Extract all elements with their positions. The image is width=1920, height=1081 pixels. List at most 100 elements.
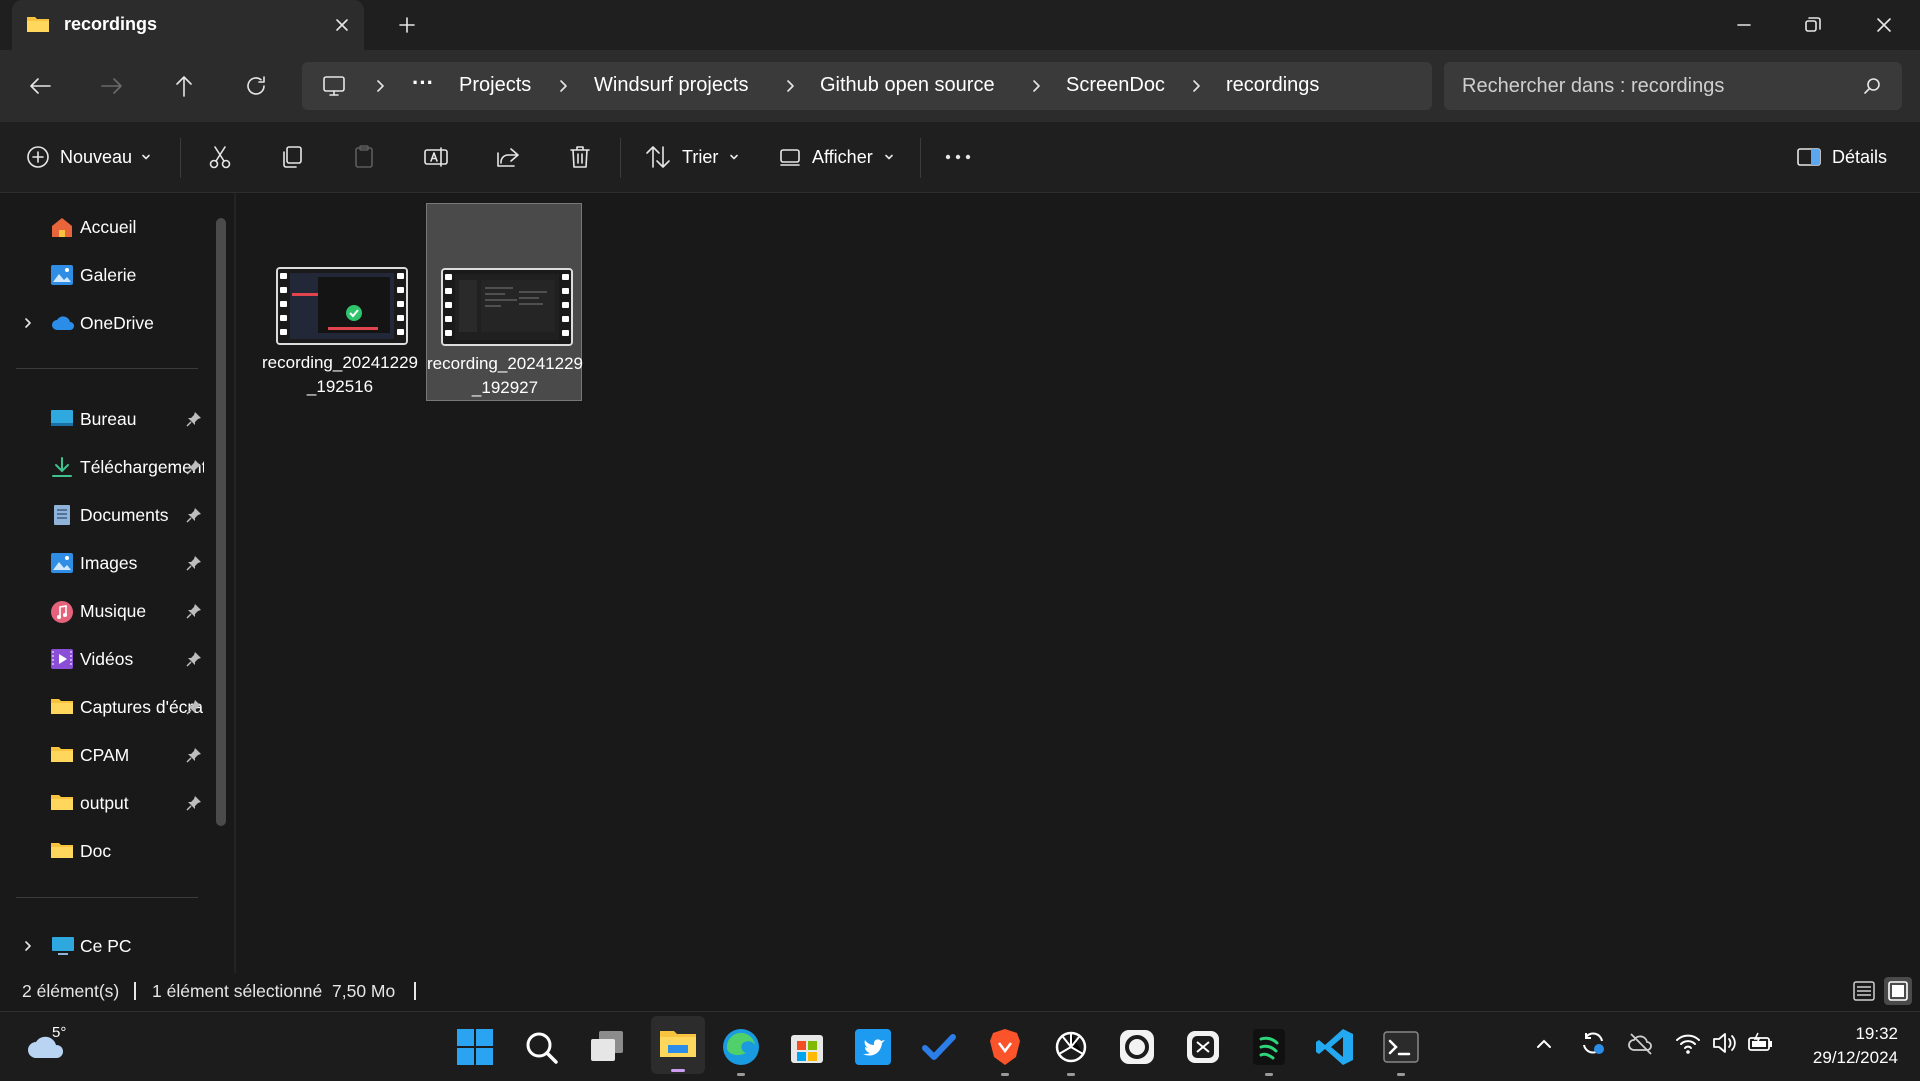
sidebar-item-onedrive[interactable]: OneDrive bbox=[20, 303, 210, 343]
breadcrumb-item-github-open-source[interactable]: Github open source bbox=[820, 74, 995, 97]
running-indicator bbox=[1001, 1073, 1009, 1076]
details-button[interactable]: Détails bbox=[1796, 140, 1887, 174]
battery-icon[interactable] bbox=[1746, 1030, 1774, 1056]
sidebar-item-musique[interactable]: Musique bbox=[20, 591, 210, 631]
copy-button[interactable] bbox=[278, 140, 306, 174]
search-box[interactable] bbox=[1444, 62, 1902, 110]
store-icon[interactable] bbox=[785, 1025, 829, 1069]
pin-icon[interactable] bbox=[186, 699, 202, 715]
chevron-right-icon[interactable] bbox=[1188, 78, 1204, 94]
search-icon[interactable] bbox=[1862, 76, 1882, 96]
breadcrumb-item-screendoc[interactable]: ScreenDoc bbox=[1066, 74, 1165, 97]
view-button[interactable]: Afficher bbox=[778, 140, 895, 174]
video-thumbnail bbox=[441, 268, 573, 346]
chevron-right-icon[interactable] bbox=[22, 940, 34, 952]
more-icon bbox=[945, 154, 971, 160]
restore-button[interactable] bbox=[1790, 8, 1834, 42]
search-input[interactable] bbox=[1462, 72, 1842, 100]
new-button[interactable]: Nouveau bbox=[26, 140, 152, 174]
file-explorer-taskbar-icon[interactable] bbox=[651, 1016, 705, 1074]
cut-button[interactable] bbox=[206, 140, 234, 174]
sort-button[interactable]: Trier bbox=[644, 140, 740, 174]
task-view-icon[interactable] bbox=[585, 1025, 629, 1069]
pin-icon[interactable] bbox=[186, 651, 202, 667]
file-item[interactable]: recording_20241229_192516 bbox=[262, 203, 418, 401]
pin-icon[interactable] bbox=[186, 795, 202, 811]
tab-close-icon[interactable] bbox=[330, 13, 354, 37]
tiles-view-icon[interactable] bbox=[1884, 977, 1912, 1005]
chevron-right-icon[interactable] bbox=[1028, 78, 1044, 94]
pin-icon[interactable] bbox=[186, 555, 202, 571]
app-icon[interactable] bbox=[1247, 1025, 1291, 1076]
sidebar-item-galerie[interactable]: Galerie bbox=[20, 255, 210, 295]
pin-icon[interactable] bbox=[186, 459, 202, 475]
pin-icon[interactable] bbox=[186, 603, 202, 619]
app-icon[interactable] bbox=[1181, 1025, 1225, 1069]
file-item-selected[interactable]: recording_20241229_192927 bbox=[426, 203, 583, 401]
chevron-up-icon[interactable] bbox=[1534, 1034, 1554, 1054]
sidebar-item-accueil[interactable]: Accueil bbox=[20, 207, 210, 247]
folder-icon bbox=[50, 792, 74, 812]
close-window-button[interactable] bbox=[1862, 8, 1906, 42]
sidebar-item-videos[interactable]: Vidéos bbox=[20, 639, 210, 679]
status-separator bbox=[134, 982, 136, 1000]
sidebar-item-doc[interactable]: Doc bbox=[20, 831, 210, 871]
tab-recordings[interactable]: recordings bbox=[12, 0, 364, 50]
chevron-right-icon[interactable] bbox=[555, 78, 571, 94]
start-button[interactable] bbox=[453, 1025, 497, 1069]
pin-icon[interactable] bbox=[186, 507, 202, 523]
wifi-icon[interactable] bbox=[1674, 1030, 1702, 1056]
sidebar-item-telechargements[interactable]: Téléchargements bbox=[20, 447, 210, 487]
terminal-icon[interactable] bbox=[1379, 1025, 1423, 1076]
breadcrumb-item-recordings[interactable]: recordings bbox=[1226, 74, 1319, 97]
refresh-button[interactable] bbox=[238, 68, 274, 104]
todo-icon[interactable] bbox=[917, 1025, 961, 1069]
onedrive-offline-icon[interactable] bbox=[1626, 1030, 1656, 1056]
chevron-right-icon[interactable] bbox=[782, 78, 798, 94]
brave-icon[interactable] bbox=[983, 1025, 1027, 1076]
computer-icon[interactable] bbox=[320, 72, 348, 100]
sidebar-item-ce-pc[interactable]: Ce PC bbox=[20, 926, 210, 966]
pin-icon[interactable] bbox=[186, 411, 202, 427]
more-options-button[interactable] bbox=[942, 140, 974, 174]
weather-widget[interactable]: 5° bbox=[26, 1024, 70, 1064]
twitter-icon[interactable] bbox=[851, 1025, 895, 1069]
paste-button[interactable] bbox=[350, 140, 378, 174]
sidebar-divider bbox=[16, 897, 198, 898]
sidebar-scrollbar[interactable] bbox=[216, 218, 226, 826]
clock[interactable]: 19:32 29/12/2024 bbox=[1778, 1022, 1898, 1070]
sidebar-item-output[interactable]: output bbox=[20, 783, 210, 823]
sidebar-item-documents[interactable]: Documents bbox=[20, 495, 210, 535]
breadcrumb-item-projects[interactable]: Projects bbox=[459, 74, 531, 97]
copy-icon bbox=[283, 146, 302, 168]
vscode-icon[interactable] bbox=[1313, 1025, 1357, 1069]
rename-button[interactable] bbox=[422, 140, 450, 174]
breadcrumb-overflow[interactable]: ··· bbox=[412, 70, 434, 96]
minimize-button[interactable] bbox=[1722, 8, 1766, 42]
share-button[interactable] bbox=[494, 140, 522, 174]
forward-button[interactable] bbox=[94, 68, 130, 104]
plus-circle-icon bbox=[27, 146, 49, 168]
chatgpt-icon[interactable] bbox=[1049, 1025, 1093, 1076]
new-tab-button[interactable] bbox=[394, 12, 420, 38]
volume-icon[interactable] bbox=[1710, 1030, 1738, 1056]
chevron-right-icon[interactable] bbox=[372, 78, 388, 94]
sidebar-item-images[interactable]: Images bbox=[20, 543, 210, 583]
tab-title: recordings bbox=[64, 14, 158, 34]
delete-button[interactable] bbox=[566, 140, 594, 174]
details-view-icon[interactable] bbox=[1852, 979, 1876, 1003]
chevron-right-icon[interactable] bbox=[22, 317, 34, 329]
back-button[interactable] bbox=[22, 68, 58, 104]
sync-icon[interactable] bbox=[1578, 1028, 1608, 1058]
pane-divider[interactable] bbox=[234, 193, 236, 973]
search-taskbar-icon[interactable] bbox=[519, 1025, 563, 1069]
running-indicator bbox=[1067, 1073, 1075, 1076]
sidebar-item-cpam[interactable]: CPAM bbox=[20, 735, 210, 775]
breadcrumb-item-windsurf-projects[interactable]: Windsurf projects bbox=[594, 74, 749, 97]
edge-icon[interactable] bbox=[719, 1025, 763, 1076]
app-icon[interactable] bbox=[1115, 1025, 1159, 1069]
pin-icon[interactable] bbox=[186, 747, 202, 763]
sidebar-item-captures[interactable]: Captures d'écran bbox=[20, 687, 210, 727]
sidebar-item-bureau[interactable]: Bureau bbox=[20, 399, 210, 439]
up-button[interactable] bbox=[166, 68, 202, 104]
